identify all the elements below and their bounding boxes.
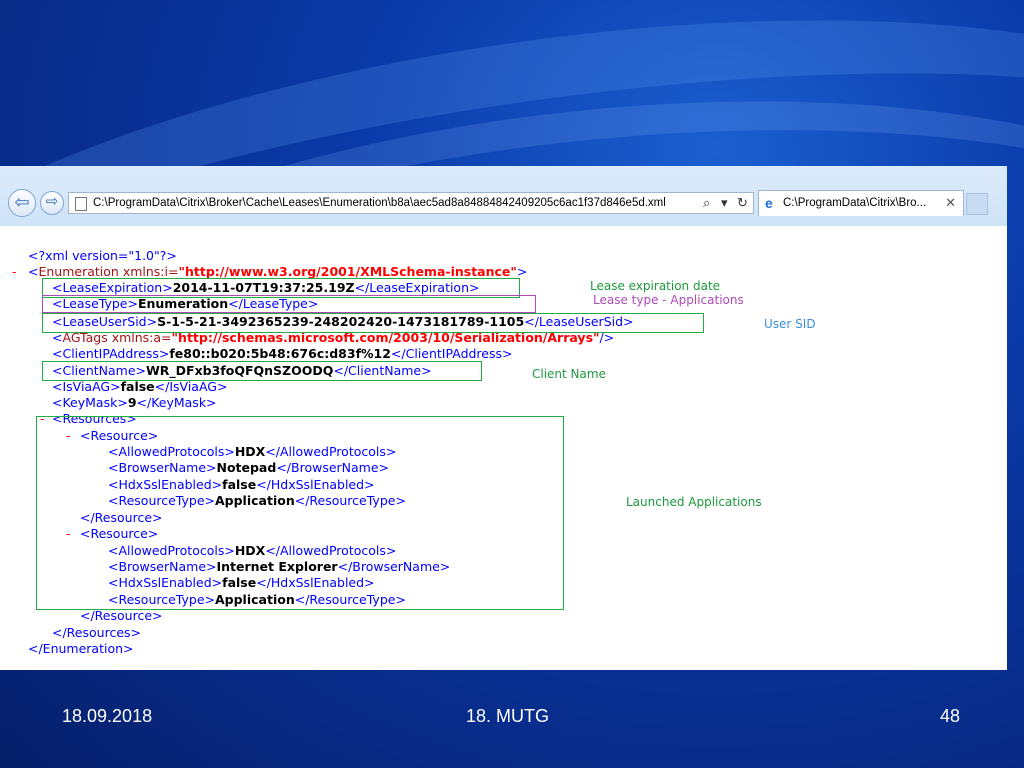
client-ip-line: <ClientIPAddress>fe80::b020:5b48:676c:d8… [52,346,513,361]
enumeration-close-tag: </Enumeration> [28,641,134,656]
key-mask-line: <KeyMask>9</KeyMask> [52,395,217,410]
lease-user-sid-highlight [42,313,704,333]
launched-apps-highlight [36,416,564,610]
footer-date: 18.09.2018 [62,706,153,726]
resources-close-tag: </Resources> [52,625,141,640]
slide-number: 48 [940,706,961,726]
resource-close-tag: </Resource> [80,608,163,623]
annotation-client-name: Client Name [532,367,606,381]
annotation-launched-apps: Launched Applications [626,495,762,509]
browser-window: ⇦ ⇨ C:\ProgramData\Citrix\Broker\Cache\L… [0,166,1007,670]
xml-viewer: <?xml version="1.0"?> - <Enumeration xml… [0,166,1007,670]
collapse-toggle[interactable]: - [12,264,17,280]
is-via-ag-line: <IsViaAG>false</IsViaAG> [52,379,228,394]
annotation-lease-type: Lease type - Applications [593,293,744,307]
lease-type-highlight [42,295,536,313]
annotation-user-sid: User SID [764,317,816,331]
footer-title: 18. MUTG [466,706,550,726]
xml-declaration: <?xml version="1.0"?> [28,248,177,263]
annotation-lease-expiration: Lease expiration date [590,279,721,293]
client-name-highlight [42,361,482,381]
